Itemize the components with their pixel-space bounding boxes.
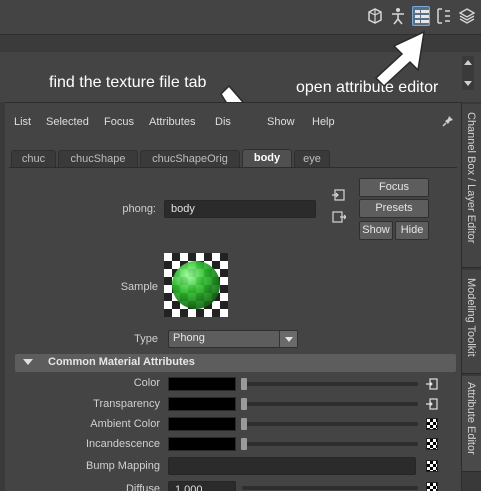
diffuse-value-field[interactable]: 1.000 bbox=[168, 481, 236, 491]
bump-map-button-icon[interactable] bbox=[426, 460, 438, 472]
upper-scrollbar[interactable] bbox=[462, 56, 474, 90]
menu-focus[interactable]: Focus bbox=[104, 116, 134, 128]
annotation-find-texture: find the texture file tab bbox=[49, 74, 207, 91]
side-tab-modeling-toolkit-label: Modeling Toolkit bbox=[465, 278, 477, 357]
panel-left-edge bbox=[0, 102, 5, 491]
type-dropdown[interactable]: Phong bbox=[168, 330, 298, 348]
attr-label-transparency: Transparency bbox=[93, 398, 160, 410]
transparency-slider-handle[interactable] bbox=[241, 398, 247, 410]
attribute-editor-icon[interactable] bbox=[412, 6, 430, 26]
transparency-map-connected-icon[interactable] bbox=[426, 398, 438, 410]
character-icon[interactable] bbox=[389, 6, 407, 26]
focus-button[interactable]: Focus bbox=[359, 178, 429, 197]
channel-box-icon[interactable] bbox=[458, 6, 476, 26]
sample-sphere bbox=[172, 261, 220, 309]
input-connection-icon[interactable] bbox=[332, 188, 346, 202]
collapse-triangle-icon bbox=[23, 359, 33, 365]
color-slider[interactable] bbox=[242, 382, 418, 386]
type-value: Phong bbox=[173, 332, 205, 344]
node-name-field[interactable]: body bbox=[164, 200, 316, 218]
pin-icon[interactable] bbox=[442, 115, 454, 127]
tab-chucshape[interactable]: chucShape bbox=[58, 150, 138, 167]
menu-help[interactable]: Help bbox=[312, 116, 335, 128]
ambient-color-swatch[interactable] bbox=[168, 417, 236, 431]
arrow-to-ae-icon bbox=[374, 30, 425, 88]
common-material-section-header[interactable]: Common Material Attributes bbox=[15, 354, 456, 372]
transparency-swatch[interactable] bbox=[168, 397, 236, 411]
bump-mapping-field[interactable] bbox=[168, 457, 416, 475]
tab-chuc[interactable]: chuc bbox=[11, 150, 56, 167]
sample-label: Sample bbox=[120, 281, 158, 293]
incandescence-map-button-icon[interactable] bbox=[426, 438, 438, 450]
color-map-connected-icon[interactable] bbox=[426, 378, 438, 390]
presets-button[interactable]: Presets bbox=[359, 199, 429, 218]
chevron-down-icon bbox=[279, 331, 297, 347]
color-swatch[interactable] bbox=[168, 377, 236, 391]
tab-eye[interactable]: eye bbox=[294, 150, 330, 167]
menu-display[interactable]: Dis bbox=[215, 116, 231, 128]
modeling-toolkit-icon[interactable] bbox=[366, 6, 384, 26]
attr-label-color: Color bbox=[133, 377, 160, 389]
side-tab-attribute-editor[interactable]: Attribute Editor bbox=[462, 376, 481, 472]
tab-body[interactable]: body bbox=[242, 149, 292, 167]
tab-underline bbox=[9, 167, 457, 168]
incandescence-swatch[interactable] bbox=[168, 437, 236, 451]
side-tab-channel-box-label: Channel Box / Layer Editor bbox=[465, 112, 477, 244]
side-tab-attribute-editor-label: Attribute Editor bbox=[465, 382, 477, 455]
attr-label-bump: Bump Mapping bbox=[86, 460, 160, 472]
diffuse-slider[interactable] bbox=[242, 486, 418, 490]
incandescence-slider-handle[interactable] bbox=[241, 438, 247, 450]
type-label: Type bbox=[134, 333, 158, 345]
side-tab-modeling-toolkit[interactable]: Modeling Toolkit bbox=[462, 270, 481, 374]
menu-list[interactable]: List bbox=[14, 116, 31, 128]
section-title: Common Material Attributes bbox=[48, 356, 195, 368]
diffuse-map-button-icon[interactable] bbox=[426, 482, 438, 491]
color-slider-handle[interactable] bbox=[241, 378, 247, 390]
menu-attributes[interactable]: Attributes bbox=[149, 116, 195, 128]
incandescence-slider[interactable] bbox=[242, 442, 418, 446]
show-button[interactable]: Show bbox=[359, 221, 393, 240]
ambient-slider[interactable] bbox=[242, 422, 418, 426]
menu-selected[interactable]: Selected bbox=[46, 116, 89, 128]
menu-show[interactable]: Show bbox=[267, 116, 295, 128]
material-sample-swatch bbox=[164, 253, 228, 317]
side-tab-channel-box[interactable]: Channel Box / Layer Editor bbox=[462, 104, 481, 268]
output-connection-icon[interactable] bbox=[332, 210, 346, 224]
attr-label-diffuse: Diffuse bbox=[125, 483, 160, 491]
tool-settings-icon[interactable] bbox=[435, 6, 453, 26]
transparency-slider[interactable] bbox=[242, 402, 418, 406]
ambient-map-button-icon[interactable] bbox=[426, 418, 438, 430]
attr-label-incandescence: Incandescence bbox=[86, 438, 160, 450]
attr-label-ambient: Ambient Color bbox=[90, 418, 160, 430]
hide-button[interactable]: Hide bbox=[395, 221, 429, 240]
tab-chucshapeorig[interactable]: chucShapeOrig bbox=[140, 150, 240, 167]
ambient-slider-handle[interactable] bbox=[241, 418, 247, 430]
node-type-label: phong: bbox=[122, 203, 156, 215]
